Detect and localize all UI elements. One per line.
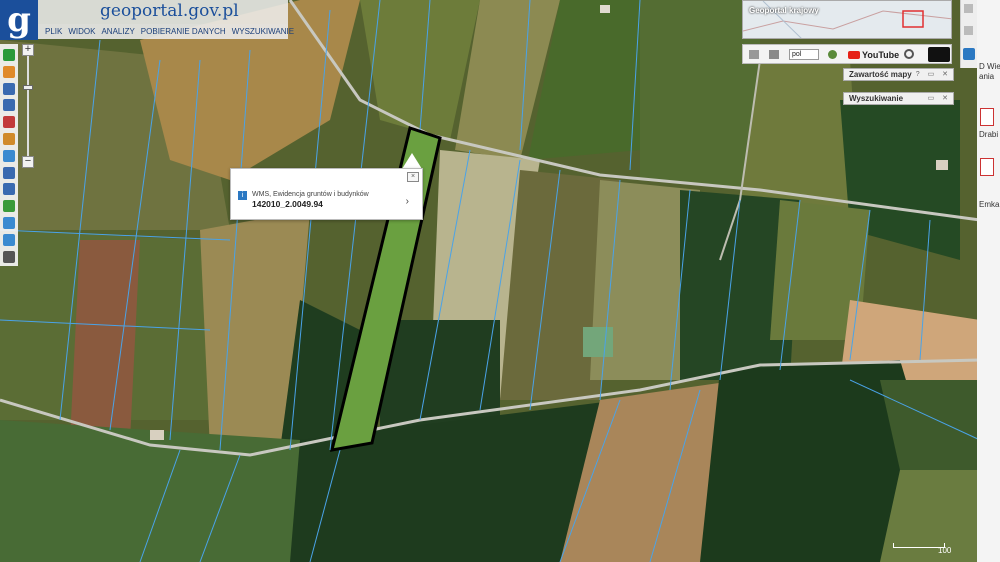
popup-layer-name: WMS, Ewidencja gruntów i budynków bbox=[252, 191, 369, 198]
panel-window-buttons[interactable]: ▭ ✕ bbox=[928, 94, 951, 102]
menu-pobieranie-danych[interactable]: POBIERANIE DANYCH bbox=[138, 27, 229, 36]
map-contents-panel[interactable]: Zawartość mapy ? ▭ ✕ bbox=[843, 68, 954, 81]
zoom-out-button[interactable]: − bbox=[22, 156, 34, 168]
zoom-out-icon[interactable] bbox=[3, 183, 15, 196]
globe-icon[interactable] bbox=[3, 200, 15, 213]
chevron-right-icon[interactable]: › bbox=[406, 196, 409, 207]
search-panel[interactable]: Wyszukiwanie ▭ ✕ bbox=[843, 92, 954, 105]
search-panel-title: Wyszukiwanie bbox=[849, 94, 904, 103]
accessibility-icon[interactable] bbox=[928, 47, 950, 62]
main-menu: PLIK WIDOK ANALIZY POBIERANIE DANYCH WYS… bbox=[38, 24, 294, 39]
file-icon[interactable] bbox=[980, 158, 994, 176]
desktop-label[interactable]: ania bbox=[979, 72, 994, 81]
arrow-forward-icon[interactable] bbox=[3, 233, 15, 246]
camera-icon[interactable] bbox=[963, 48, 975, 60]
info-icon[interactable] bbox=[3, 49, 15, 61]
menu-wyszukiwanie[interactable]: WYSZUKIWANIE bbox=[229, 27, 297, 36]
zoom-in-button[interactable]: + bbox=[22, 44, 34, 56]
desktop-label[interactable]: Emka bbox=[979, 200, 999, 209]
satellite-map[interactable] bbox=[0, 0, 1000, 562]
pencil-icon[interactable] bbox=[3, 133, 15, 145]
overview-map[interactable]: Geoportal krajowy bbox=[742, 0, 952, 39]
zoom-control: + − bbox=[22, 44, 34, 168]
print-icon[interactable] bbox=[749, 50, 759, 59]
desktop-label[interactable]: D Wie bbox=[979, 62, 1000, 71]
help-icon[interactable] bbox=[828, 50, 837, 59]
youtube-link[interactable]: YouTube bbox=[848, 50, 899, 60]
zoom-track[interactable] bbox=[27, 56, 29, 156]
menu-plik[interactable]: PLIK bbox=[42, 27, 65, 36]
panel-window-buttons[interactable]: ? ▭ ✕ bbox=[916, 70, 951, 78]
scale-label: 100 bbox=[938, 546, 952, 555]
save-icon[interactable] bbox=[769, 50, 779, 59]
site-title: geoportal.gov.pl bbox=[100, 1, 239, 21]
menu-analizy[interactable]: ANALIZY bbox=[98, 27, 137, 36]
left-toolbar bbox=[0, 44, 18, 266]
zoom-slider-handle[interactable] bbox=[23, 85, 33, 90]
side-rail bbox=[960, 0, 977, 68]
pan-hand-icon[interactable] bbox=[3, 65, 15, 78]
popup-close-button[interactable]: × bbox=[407, 172, 419, 182]
select-icon[interactable] bbox=[3, 99, 15, 112]
map-contents-title: Zawartość mapy bbox=[849, 70, 912, 79]
expand-icon[interactable] bbox=[964, 26, 973, 35]
overview-title: Geoportal krajowy bbox=[749, 6, 819, 15]
settings-icon[interactable] bbox=[904, 49, 914, 59]
zoom-search-icon[interactable] bbox=[3, 166, 15, 179]
youtube-icon bbox=[848, 51, 860, 59]
list-icon[interactable] bbox=[3, 82, 15, 95]
menu-widok[interactable]: WIDOK bbox=[65, 27, 98, 36]
popup-pointer bbox=[402, 153, 422, 169]
info-icon: i bbox=[238, 191, 247, 200]
desktop-strip: D Wie ania Drabi Emka bbox=[977, 0, 1000, 562]
print-icon[interactable] bbox=[3, 116, 15, 129]
geoportal-logo[interactable]: g bbox=[0, 0, 38, 40]
arrow-back-icon[interactable] bbox=[3, 217, 15, 229]
language-select[interactable]: pol bbox=[789, 49, 819, 60]
measure-icon[interactable] bbox=[3, 149, 15, 162]
compass-icon[interactable] bbox=[3, 250, 15, 263]
right-toolbar: pol YouTube bbox=[742, 44, 952, 64]
collapse-icon[interactable] bbox=[964, 4, 973, 13]
file-icon[interactable] bbox=[980, 108, 994, 126]
desktop-label[interactable]: Drabi bbox=[979, 130, 998, 139]
parcel-id: 142010_2.0049.94 bbox=[252, 199, 323, 209]
feature-info-popup: × i WMS, Ewidencja gruntów i budynków 14… bbox=[230, 168, 423, 220]
youtube-label: YouTube bbox=[862, 50, 900, 60]
